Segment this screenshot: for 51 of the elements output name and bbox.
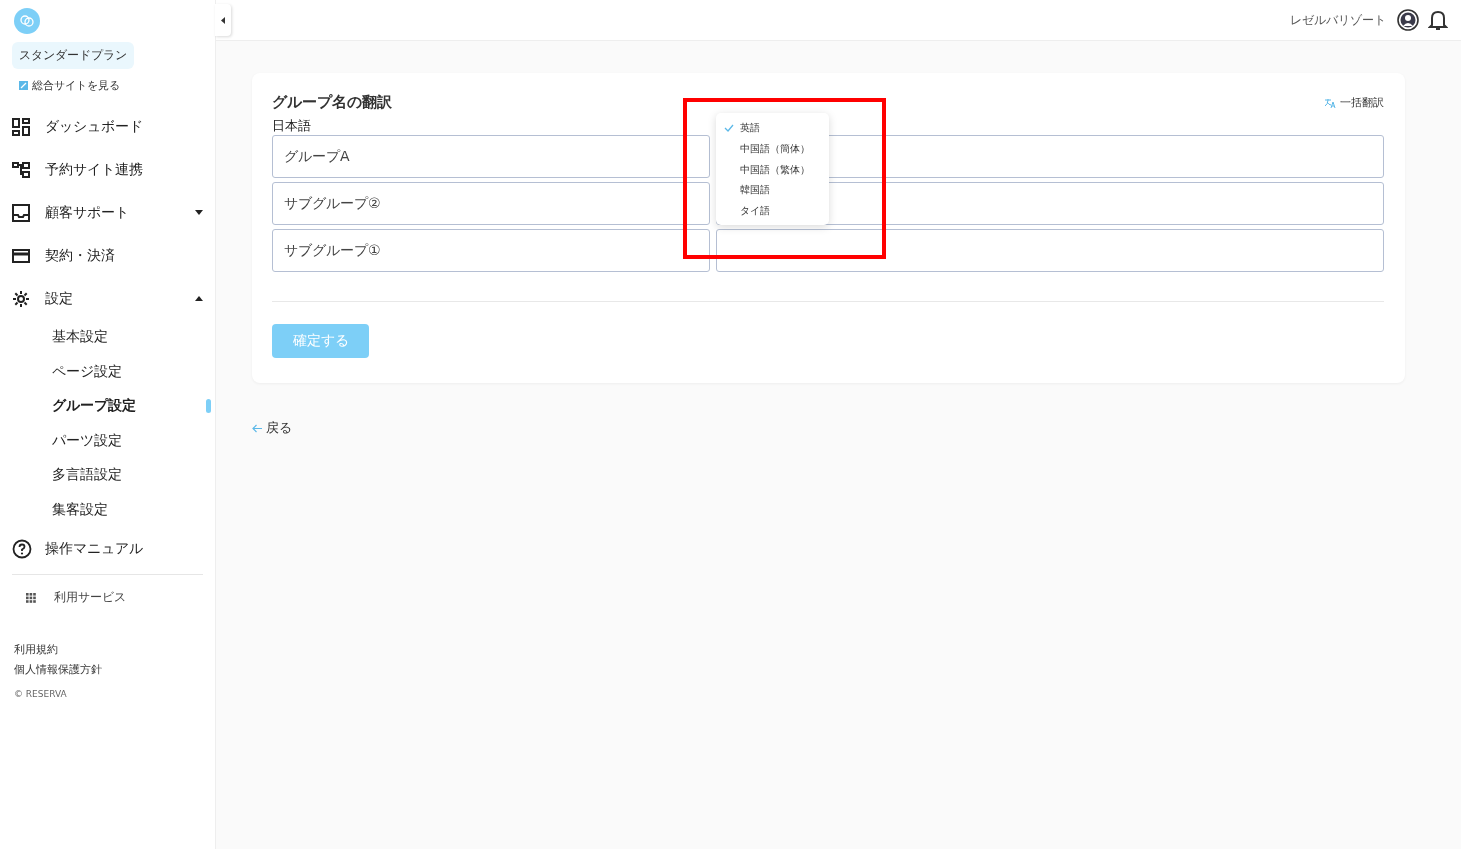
submenu-item[interactable]: ページ設定 — [52, 362, 122, 381]
submenu-item[interactable]: パーツ設定 — [52, 431, 122, 450]
submenu-item[interactable]: グループ設定 — [52, 397, 136, 416]
footer-link[interactable]: 利用規約 — [14, 642, 203, 657]
arrow-left-icon — [252, 423, 262, 433]
nav-item[interactable]: 操作マニュアル — [12, 527, 203, 570]
menu-item[interactable]: 中国語（繁体） — [716, 159, 829, 181]
card-title: グループ名の翻訳 — [272, 93, 392, 112]
avatar-icon[interactable] — [1397, 9, 1419, 31]
nav-item[interactable]: 設定 — [12, 277, 203, 320]
caret-icon — [221, 16, 225, 24]
submenu-item[interactable]: 基本設定 — [52, 328, 108, 347]
caret-icon — [195, 296, 203, 301]
connection-icon — [12, 160, 30, 179]
column-label: 日本語 — [272, 117, 311, 135]
user-name: レゼルバリゾート — [1290, 11, 1386, 29]
active-indicator — [206, 399, 211, 414]
submenu-item[interactable]: 集客設定 — [52, 500, 108, 519]
credit-card-icon — [12, 246, 30, 265]
logo-icon — [14, 8, 40, 34]
translate-icon — [1325, 97, 1336, 108]
services-item[interactable]: 利用サービス — [12, 574, 203, 606]
site-link[interactable]: 総合サイトを見る — [19, 78, 203, 93]
plan-badge: スタンダードプラン — [12, 42, 134, 69]
translation-field[interactable] — [716, 229, 1384, 272]
copyright: © RESERVA — [13, 689, 68, 699]
inbox-icon — [12, 203, 30, 222]
caret-icon — [195, 210, 203, 215]
source-field[interactable]: サブグループ② — [272, 182, 710, 225]
footer-link[interactable]: 個人情報保護方針 — [14, 662, 203, 677]
bell-icon[interactable] — [1428, 9, 1448, 31]
dashboard-icon — [12, 117, 30, 136]
services-label: 利用サービス — [54, 589, 126, 606]
source-field[interactable]: グループA — [272, 135, 710, 178]
menu-item[interactable]: 韓国語 — [716, 180, 829, 201]
menu-item[interactable]: タイ語 — [716, 200, 829, 222]
help-icon — [12, 538, 32, 559]
menu-item[interactable]: 英語 — [716, 118, 829, 139]
bulk-translate-link[interactable]: 一括翻訳 — [1325, 95, 1384, 110]
back-link[interactable]: 戻る — [252, 419, 1405, 437]
nav-item[interactable]: 顧客サポート — [12, 191, 203, 234]
source-field[interactable]: サブグループ① — [272, 229, 710, 272]
settings-icon — [12, 289, 30, 308]
grid-icon — [26, 592, 36, 603]
nav-item[interactable]: 予約サイト連携 — [12, 148, 203, 191]
submenu-item[interactable]: 多言語設定 — [52, 466, 122, 485]
collapse-button[interactable] — [215, 4, 231, 36]
nav-item[interactable]: 契約・決済 — [12, 234, 203, 277]
external-link-icon — [19, 81, 28, 90]
nav-item[interactable]: ダッシュボード — [12, 105, 203, 148]
menu-item[interactable]: 中国語（簡体） — [716, 138, 829, 160]
